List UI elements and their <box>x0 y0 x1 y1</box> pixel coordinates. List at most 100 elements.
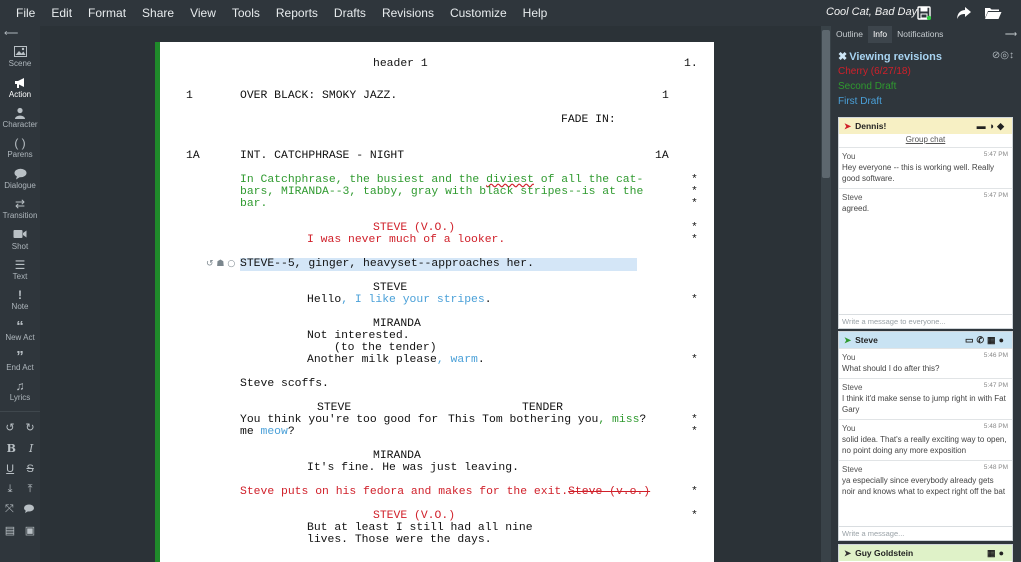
chat-header[interactable]: ➤ Dennis! ▬◑◆ <box>839 118 1012 134</box>
tool-character[interactable]: Character <box>0 103 40 133</box>
chat-bubbles-icon[interactable]: ◆ <box>997 121 1007 131</box>
menu-customize[interactable]: Customize <box>442 0 515 26</box>
character-name: MIRANDA <box>373 318 421 330</box>
document-icon[interactable]: ▤ <box>5 524 15 537</box>
save-file-icon[interactable]: ▣ <box>25 524 35 537</box>
hide-icon[interactable]: ⊘ <box>992 50 1000 61</box>
action-line: Steve puts on his fedora and makes for t… <box>240 486 650 498</box>
misspelled-word[interactable]: diviest <box>486 174 534 186</box>
script-page[interactable]: ↺ ☗ ○ header 1 1. 1 OVER BLACK: SMOKY JA… <box>155 42 714 562</box>
tool-label: Shot <box>11 241 29 251</box>
chat-message: Steve 5:48 PM ya especially since everyb… <box>839 460 1012 501</box>
tool-label: Transition <box>2 211 38 221</box>
revision-item[interactable]: Second Draft <box>838 79 1016 94</box>
video-icon[interactable]: ▬ <box>977 121 989 131</box>
comment-icon[interactable]: ○ <box>227 259 235 269</box>
menu-revisions[interactable]: Revisions <box>374 0 442 26</box>
calendar-icon[interactable]: ▦ <box>987 548 999 558</box>
tool-dialogue[interactable]: Dialogue <box>0 164 40 194</box>
editor-scrollbar-thumb[interactable] <box>822 30 830 178</box>
panel-tabs: Outline Info Notifications ⟶ <box>831 26 1021 43</box>
parenthetical: (to the tender) <box>334 342 437 354</box>
group-chat-link[interactable]: Group chat <box>839 134 1012 147</box>
tool-action[interactable]: Action <box>0 72 40 102</box>
dialogue-text: . <box>484 294 492 306</box>
menu-edit[interactable]: Edit <box>43 0 80 26</box>
open-quote-icon: “ <box>16 317 24 335</box>
tool-shot[interactable]: Shot <box>0 224 40 254</box>
menu-view[interactable]: View <box>182 0 224 26</box>
menu-file[interactable]: File <box>8 0 43 26</box>
tool-transition[interactable]: ⇄ Transition <box>0 194 40 224</box>
tool-text[interactable]: ☰ Text <box>0 255 40 285</box>
redo-icon[interactable]: ↻ <box>25 421 34 434</box>
dialogue: Hello, I like your stripes. <box>307 294 492 306</box>
action-line-current[interactable]: STEVE--5, ginger, heavyset--approaches h… <box>240 258 534 270</box>
menu-share[interactable]: Share <box>134 0 182 26</box>
menu-help[interactable]: Help <box>515 0 556 26</box>
tab-notifications[interactable]: Notifications <box>892 26 948 43</box>
tab-info[interactable]: Info <box>867 26 893 43</box>
menu-format[interactable]: Format <box>80 0 134 26</box>
dual-dialogue-left: me meow? <box>240 426 295 438</box>
target-icon[interactable]: ◎ <box>1000 50 1009 61</box>
tool-label: Character <box>2 119 38 129</box>
calendar-icon[interactable]: ▦ <box>987 335 999 345</box>
chat-actions: ▦● <box>987 548 1007 559</box>
tab-outline[interactable]: Outline <box>831 26 868 43</box>
dialogue-text: ? <box>287 426 295 438</box>
chat-bubble-icon[interactable]: ● <box>999 548 1007 558</box>
revision-item[interactable]: First Draft <box>838 94 1016 109</box>
strikethrough-icon[interactable]: S <box>26 463 33 475</box>
bold-icon[interactable]: B <box>7 442 16 455</box>
tool-lyrics[interactable]: ♫ Lyrics <box>0 376 40 406</box>
revision-item[interactable]: Cherry (6/27/18) <box>838 64 1016 79</box>
chat-message-input[interactable]: Write a message to everyone... <box>839 314 1012 328</box>
comments-icon[interactable] <box>23 504 35 516</box>
open-folder-icon[interactable] <box>984 4 1002 22</box>
dual-character-left: STEVE <box>317 402 352 414</box>
action-line: bars, MIRANDA--3, tabby, gray with black… <box>240 186 644 198</box>
close-icon[interactable]: ✖ <box>838 51 847 63</box>
chat-bubble-icon[interactable]: ● <box>999 335 1007 345</box>
share-arrow-icon[interactable] <box>955 4 973 22</box>
menu-drafts[interactable]: Drafts <box>326 0 374 26</box>
menu-reports[interactable]: Reports <box>268 0 326 26</box>
italic-icon[interactable]: I <box>29 442 33 455</box>
tool-label: Text <box>12 271 28 281</box>
collapse-panel-icon[interactable]: ⟶ <box>1005 26 1021 43</box>
user-icon[interactable]: ☗ <box>216 259 224 269</box>
download-icon[interactable]: ⤓ <box>8 483 13 496</box>
chat-header[interactable]: ➤ Guy Goldstein ▦● <box>839 545 1012 561</box>
dialogue-text: ? <box>639 414 647 426</box>
action-line: Steve scoffs. <box>240 378 329 390</box>
dialogue-text: This Tom bothering you <box>448 414 599 426</box>
document-title[interactable]: Cool Cat, Bad Day <box>826 6 917 18</box>
tool-parens[interactable]: ( ) Parens <box>0 133 40 163</box>
save-icon[interactable] <box>915 4 933 22</box>
revision-tools: ⊘◎↕ <box>992 50 1014 61</box>
undo-icon[interactable]: ↺ <box>5 421 14 434</box>
sort-icon[interactable]: ↕ <box>1009 50 1014 61</box>
dialogue-text: me <box>240 426 261 438</box>
chat-message: You 5:48 PM solid idea. That's a really … <box>839 419 1012 460</box>
collapse-toolbar-icon[interactable]: ⟵ <box>0 26 40 42</box>
chat-header[interactable]: ➤ Steve ▭✆▦● <box>839 332 1012 348</box>
menu-tools[interactable]: Tools <box>224 0 268 26</box>
upload-icon[interactable]: ⤒ <box>28 483 33 496</box>
tool-end-act[interactable]: ” End Act <box>0 346 40 376</box>
revision-mark: * <box>691 510 698 522</box>
revision-mark: * <box>691 294 698 306</box>
chat-message-input[interactable]: Write a message... <box>839 526 1012 540</box>
tool-scene[interactable]: Scene <box>0 42 40 72</box>
character-name: MIRANDA <box>373 450 421 462</box>
phone-icon[interactable]: ✆ <box>977 335 988 345</box>
tool-new-act[interactable]: “ New Act <box>0 316 40 346</box>
eye-slash-icon[interactable]: ◑ <box>989 121 997 131</box>
screen-icon[interactable]: ▭ <box>965 335 977 345</box>
history-icon[interactable]: ↺ <box>206 259 214 269</box>
page-header: header 1 <box>373 58 428 70</box>
fullscreen-icon[interactable]: ⤧ <box>5 503 14 516</box>
tool-note[interactable]: ! Note <box>0 285 40 315</box>
underline-icon[interactable]: U <box>6 463 14 475</box>
